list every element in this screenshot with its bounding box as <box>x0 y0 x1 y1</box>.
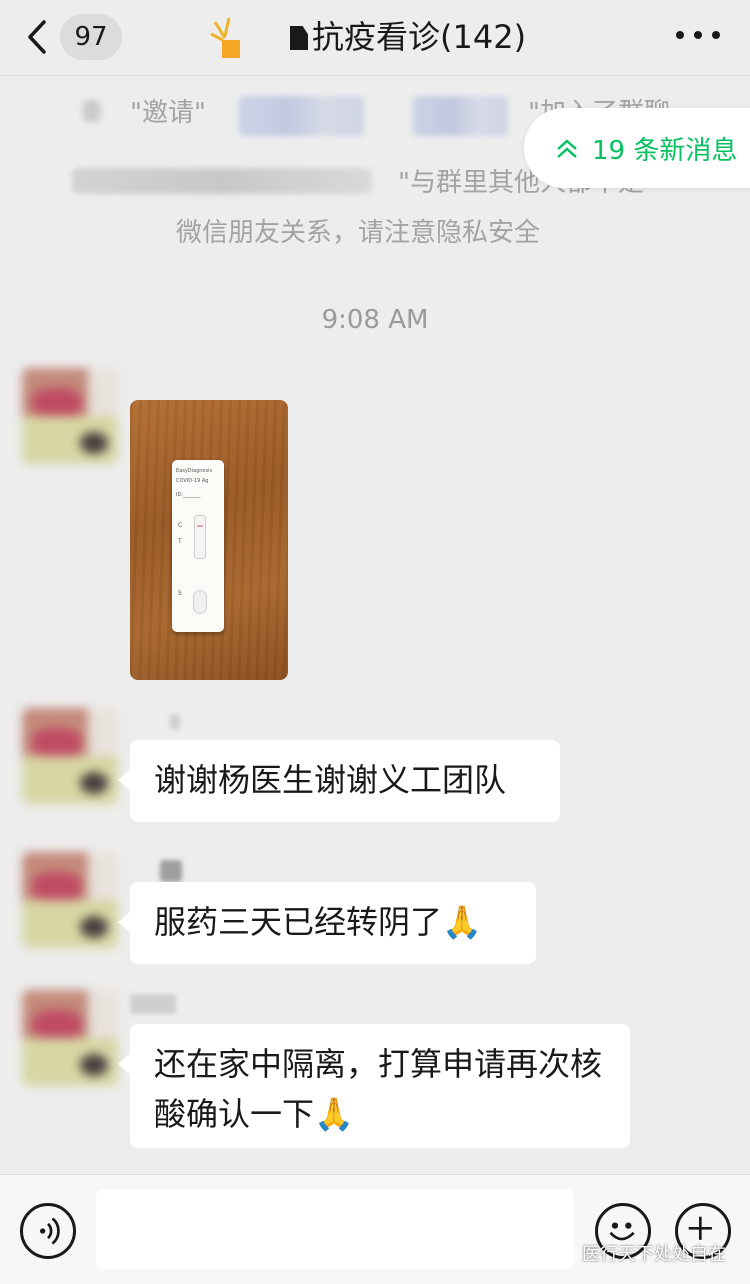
redacted-name <box>72 168 372 194</box>
sender-name-redacted <box>170 714 180 730</box>
back-button[interactable]: 97 <box>20 12 130 62</box>
notice-warning-line2: 微信朋友关系，请注意隐私安全 <box>176 218 541 248</box>
result-window <box>194 515 206 559</box>
chat-header: 97 抗疫看诊(142) <box>0 0 750 76</box>
cassette-model: COVID-19 Ag <box>176 478 209 484</box>
voice-input-icon[interactable] <box>20 1203 76 1259</box>
message-text: 服药三天已经转阴了🙏 <box>154 903 482 941</box>
test-photo-image[interactable]: EasyDiagnosis COVID-19 Ag ID:_______ C T… <box>130 400 288 680</box>
message-timestamp: 9:08 AM <box>321 305 429 335</box>
message-bubble[interactable]: 还在家中隔离，打算申请再次核酸确认一下🙏 <box>118 1024 630 1148</box>
message-input[interactable] <box>96 1189 574 1269</box>
test-cassette: EasyDiagnosis COVID-19 Ag ID:_______ C T… <box>172 460 224 632</box>
watermark: 医行天下处处自在 <box>556 1240 746 1270</box>
message-bubble[interactable]: 谢谢杨医生谢谢义工团队 <box>118 740 560 822</box>
avatar[interactable] <box>22 708 118 804</box>
avatar[interactable] <box>22 852 118 948</box>
cassette-brand: EasyDiagnosis <box>176 468 213 474</box>
new-messages-pill[interactable]: 19 条新消息 <box>524 108 750 188</box>
wechat-icon <box>556 1247 578 1263</box>
redacted-name <box>82 100 102 122</box>
cassette-s-label: S <box>178 590 182 597</box>
double-chevron-up-icon <box>557 139 577 158</box>
watermark-text: 医行天下处处自在 <box>582 1244 726 1265</box>
cassette-c-label: C <box>178 522 183 529</box>
chevron-left-icon <box>28 20 46 54</box>
unread-count-badge: 97 <box>60 14 122 60</box>
cassette-id: ID:_______ <box>176 492 201 498</box>
avatar[interactable] <box>22 990 118 1086</box>
new-messages-label: 19 条新消息 <box>592 135 738 166</box>
sample-well <box>193 590 207 614</box>
message-bubble[interactable]: 服药三天已经转阴了🙏 <box>118 882 536 964</box>
redacted-name <box>412 96 508 136</box>
avatar[interactable] <box>22 368 118 464</box>
notice-invite-word: "邀请" <box>130 98 206 128</box>
cassette-t-label: T <box>178 538 182 545</box>
sender-name-redacted <box>160 860 182 882</box>
message-text: 还在家中隔离，打算申请再次核酸确认一下🙏 <box>154 1045 603 1133</box>
redacted-name <box>238 96 364 136</box>
chat-title: 抗疫看诊(142) <box>290 14 526 60</box>
message-text: 谢谢杨医生谢谢义工团队 <box>154 761 507 799</box>
more-options-icon[interactable] <box>676 26 720 44</box>
sender-name-redacted <box>130 994 176 1014</box>
group-avatar-icon <box>210 17 240 58</box>
title-prefix-icon <box>290 26 308 50</box>
control-line <box>197 525 203 527</box>
